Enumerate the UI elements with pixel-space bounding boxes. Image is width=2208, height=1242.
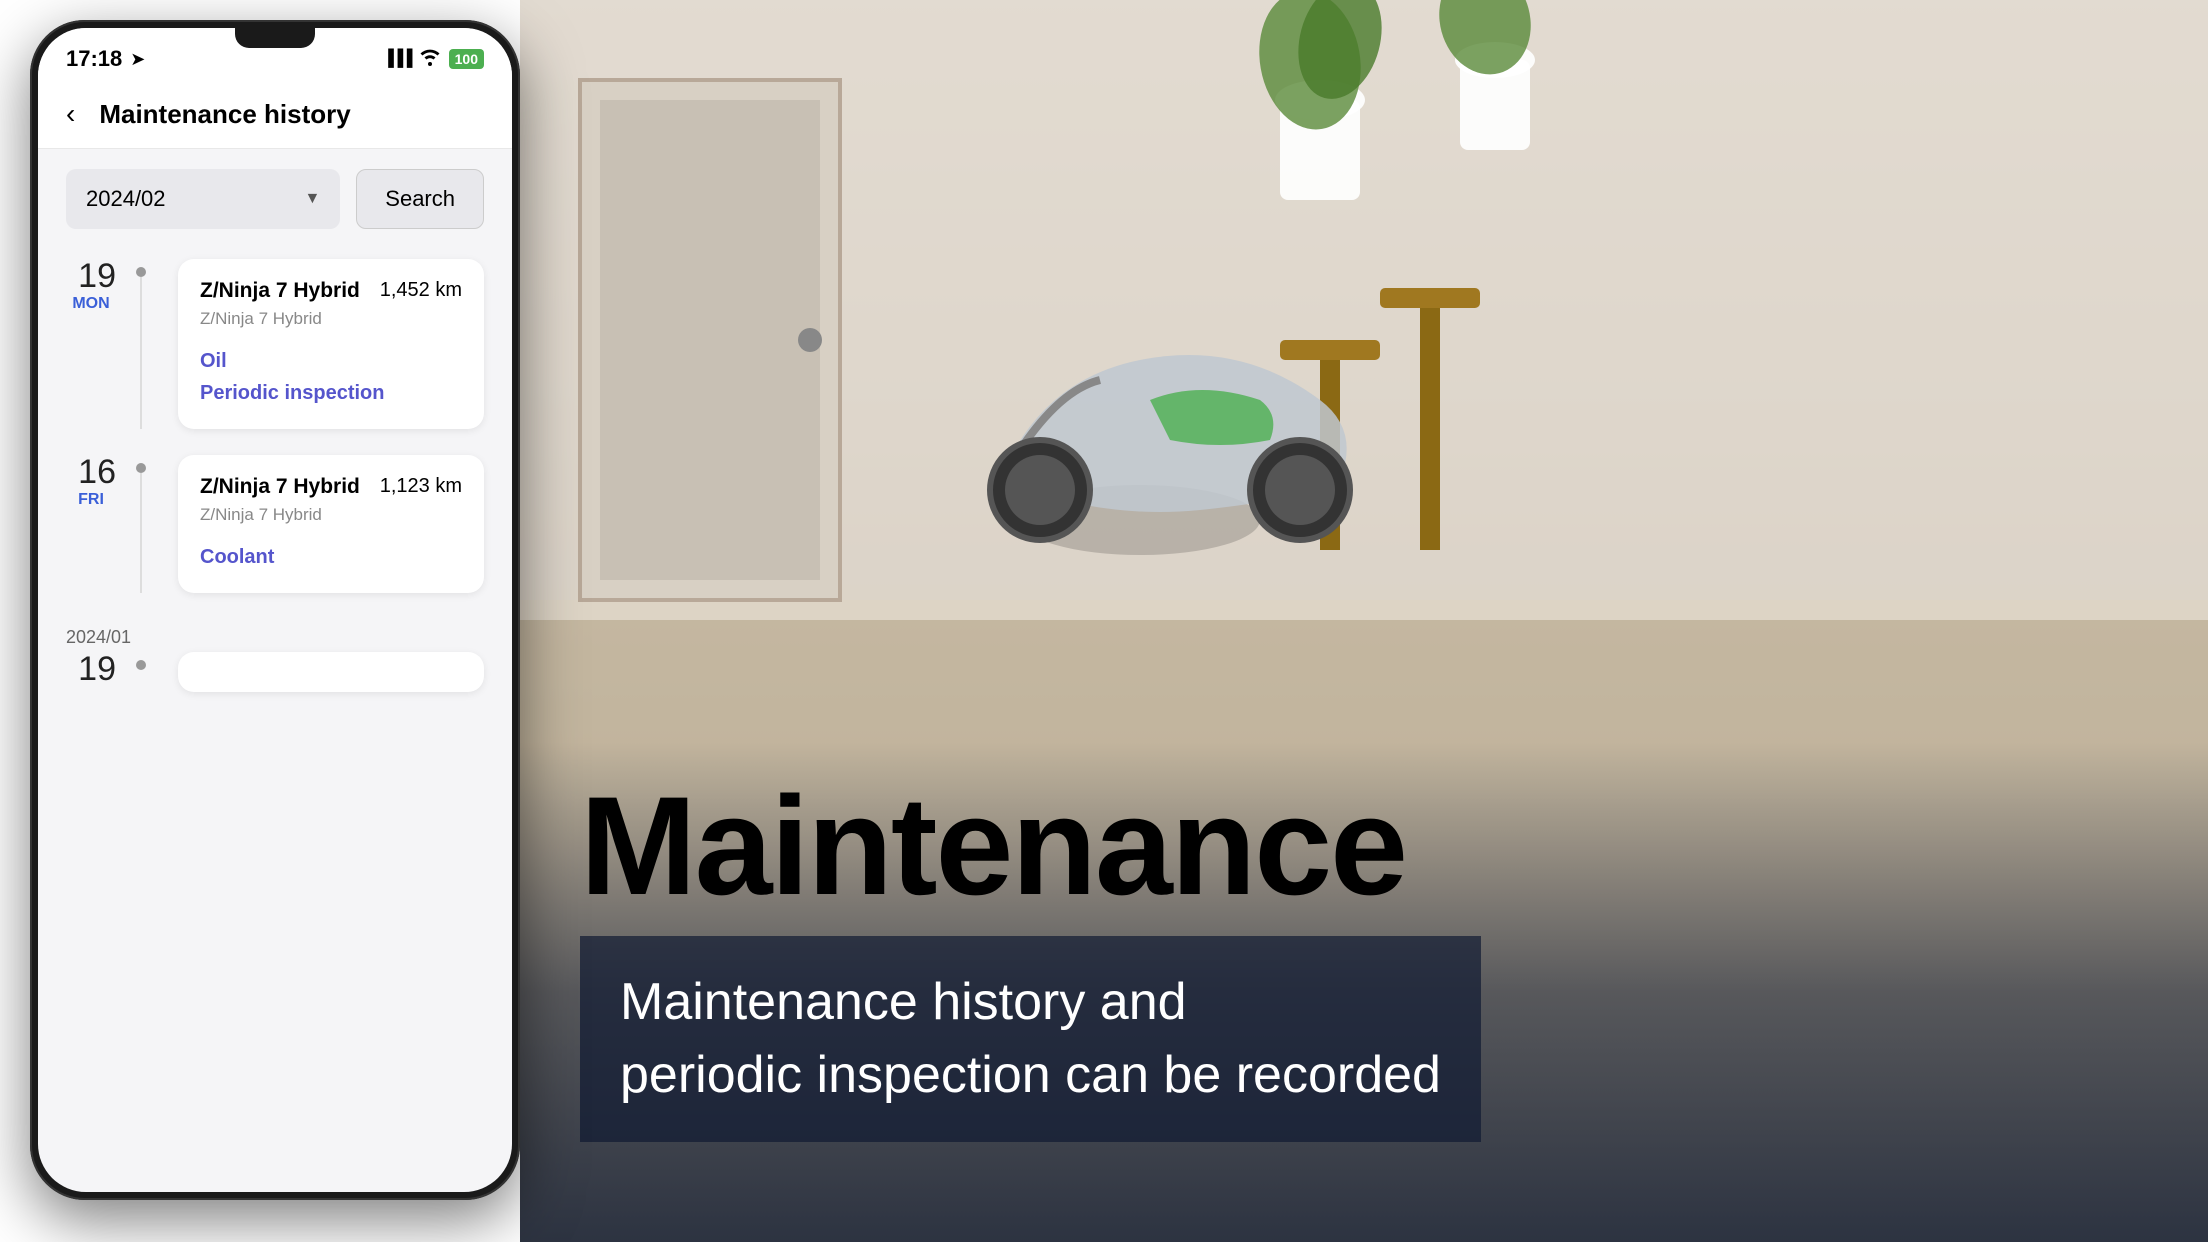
card-km-2: 1,123 km [380,475,462,498]
status-time: 17:18 [66,46,122,72]
wifi-icon [419,48,441,71]
filter-bar: 2024/02 ▼ Search [38,149,512,249]
day-name-1: MON [66,295,116,313]
timeline-line-1 [136,259,146,429]
search-button[interactable]: Search [356,169,484,229]
scroll-content[interactable]: 19 MON Z/Ninja 7 Hybrid 1,452 km [38,249,512,1192]
date-dropdown[interactable]: 2024/02 ▼ [66,169,340,229]
maintenance-subtitle: Maintenance history andperiodic inspecti… [580,936,1481,1142]
day-name-2: FRI [66,491,116,509]
card-model-sub-2: Z/Ninja 7 Hybrid [200,505,462,525]
battery-badge: 100 [449,49,484,69]
card-services-2: Coolant [200,541,462,573]
maintenance-card-3[interactable] [178,652,484,692]
phone-notch [235,28,315,48]
date-col-2: 16 FRI [66,455,136,593]
card-header-2: Z/Ninja 7 Hybrid 1,123 km [200,475,462,499]
card-header-1: Z/Ninja 7 Hybrid 1,452 km [200,279,462,303]
phone-device: 17:18 ➤ ▐▐▐ 100 ‹ Maintenance history [30,20,550,1220]
service-coolant: Coolant [200,541,462,573]
maintenance-overlay: Maintenance Maintenance history andperio… [580,776,2140,1142]
dropdown-arrow-icon: ▼ [304,190,320,208]
timeline-dot-2 [136,463,146,473]
day-number-3: 19 [66,652,116,686]
timeline-entry-3: 19 [38,652,512,702]
card-model-2: Z/Ninja 7 Hybrid [200,475,360,499]
timeline-entry-2: 16 FRI Z/Ninja 7 Hybrid 1,123 km [38,455,512,603]
phone-screen: 17:18 ➤ ▐▐▐ 100 ‹ Maintenance history [38,28,512,1192]
timeline-dot-1 [136,267,146,277]
line-seg-1 [140,277,142,429]
service-oil: Oil [200,345,462,377]
timeline-dot-3 [136,660,146,670]
timeline-entry-1: 19 MON Z/Ninja 7 Hybrid 1,452 km [38,259,512,439]
maintenance-card-1[interactable]: Z/Ninja 7 Hybrid 1,452 km Z/Ninja 7 Hybr… [178,259,484,429]
back-button[interactable]: ‹ [66,98,75,130]
timeline-line-2 [136,455,146,593]
card-model-sub-1: Z/Ninja 7 Hybrid [200,309,462,329]
card-col-2: Z/Ninja 7 Hybrid 1,123 km Z/Ninja 7 Hybr… [146,455,484,593]
header-title: Maintenance history [99,99,350,130]
maintenance-card-2[interactable]: Z/Ninja 7 Hybrid 1,123 km Z/Ninja 7 Hybr… [178,455,484,593]
service-inspection: Periodic inspection [200,377,462,409]
day-number-1: 19 [66,259,116,293]
date-col-3: 19 [66,652,136,692]
signal-icon: ▐▐▐ [383,50,411,68]
card-col-1: Z/Ninja 7 Hybrid 1,452 km Z/Ninja 7 Hybr… [146,259,484,429]
app-header: ‹ Maintenance history [38,82,512,149]
day-number-2: 16 [66,455,116,489]
card-km-1: 1,452 km [380,279,462,302]
date-value: 2024/02 [86,186,166,212]
card-model-1: Z/Ninja 7 Hybrid [200,279,360,303]
card-col-3 [146,652,484,692]
maintenance-title: Maintenance [580,776,2140,916]
timeline-line-3 [136,652,146,692]
card-services-1: Oil Periodic inspection [200,345,462,409]
year-label: 2024/01 [38,619,512,652]
line-seg-2 [140,473,142,593]
phone-frame: 17:18 ➤ ▐▐▐ 100 ‹ Maintenance history [30,20,520,1200]
navigation-icon: ➤ [130,49,145,70]
date-col-1: 19 MON [66,259,136,429]
status-icons: ▐▐▐ 100 [383,48,484,71]
